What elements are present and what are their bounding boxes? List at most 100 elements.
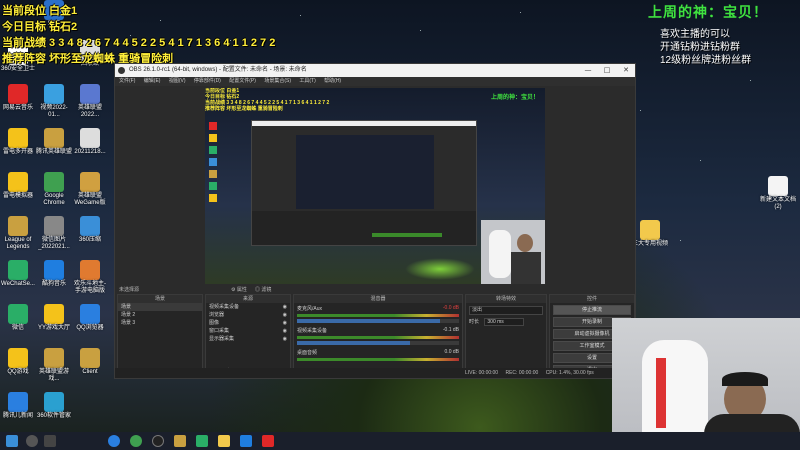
desktop-icon[interactable]: 微信图片_2022021... [36,216,72,251]
maximize-button[interactable]: □ [598,64,616,77]
webcam-overlay [612,318,800,450]
eye-icon[interactable]: ◉ [283,311,287,319]
desktop-icon[interactable]: 网易云音乐 [0,84,36,112]
obs-menubar: 文件(F) 编辑(E) 视图(V) 停靠部件(D) 配置文件(P) 场景集合(S… [115,77,635,86]
qq-icon[interactable] [240,435,252,447]
desktop-icon[interactable]: Google Chrome [36,172,72,207]
app-icon [44,84,64,104]
desktop-icon-label: Client [82,369,98,375]
desktop-icon[interactable]: 微信 [0,304,36,332]
source-item[interactable]: 浏览器 ◉ [206,311,290,319]
desktop-icon-label: 腾讯儿新闻 [2,413,33,419]
league-icon[interactable] [174,435,186,447]
desktop-icon[interactable]: Client [72,348,108,376]
eye-icon[interactable]: ◉ [283,319,287,327]
desktop-icon[interactable]: WeChatSe... [0,260,36,288]
stop-streaming-button[interactable]: 停止推流 [553,305,631,315]
eye-icon[interactable]: ◉ [283,327,287,335]
obs-taskbar-icon[interactable] [152,435,164,447]
obs-window[interactable]: OBS 26.1.0-rc1 (64-bit, windows) - 配置文件:… [114,63,636,379]
desktop-icon-text-document[interactable]: 新建文本文档(2) [760,176,796,211]
duration-input[interactable]: 300 ms [484,318,525,326]
app-icon [44,172,64,192]
music-icon[interactable] [262,435,274,447]
live-time: LIVE: 00:00:00 [465,370,499,376]
close-button[interactable]: ✕ [617,64,635,77]
desktop-icon-label: 360安全卫士 [0,66,35,72]
properties-button[interactable]: ⚙ 属性 [231,286,247,293]
transition-select[interactable]: 淡出 [469,306,543,315]
audio-mixer-dock: 混音器 麦克风/Aux -0.0 dB 视频采集设备 -0.1 dB 桌面音频 0.0… [293,294,463,378]
scenes-dock: 场景 场景 场景 2 场景 3 + − ∧ ∨ [117,294,203,378]
overlay-info-line: 12级粉丝牌进粉丝群 [660,55,752,66]
desktop-icon[interactable]: 雷电模拟器 [0,172,36,200]
desktop-icon[interactable]: 雷电多开器 [0,128,36,156]
desktop-icon-label: 酷狗音乐 [41,281,66,287]
preview-nested-obs [251,120,477,246]
app-icon [8,84,28,104]
source-item[interactable]: 显示器采集 ◉ [206,335,290,343]
sources-dock: 来源 视频采集设备◉ 浏览器◉ 图像◉ 窗口采集◉ 显示器采集◉ + − ⚙ ∧… [205,294,291,378]
source-item[interactable]: 视频采集设备 ◉ [206,303,290,311]
filter-icon: ◎ [255,287,261,293]
folder-icon [640,220,660,240]
source-item[interactable]: 图像 ◉ [206,319,290,327]
desktop-icon[interactable]: League of Legends [0,216,36,251]
minimize-button[interactable]: — [579,64,597,77]
source-item[interactable]: 窗口采集 ◉ [206,327,290,335]
scene-item[interactable]: 场景 2 [118,311,202,319]
scenes-header: 场景 [118,295,202,303]
menu-scene-collection[interactable]: 场景集合(S) [264,78,291,84]
desktop-icon[interactable]: 20211218... [72,128,108,156]
menu-file[interactable]: 文件(F) [119,78,135,84]
desktop-icon[interactable]: 欢乐斗地主-手游电脑版 [72,260,108,295]
menu-profile[interactable]: 配置文件(P) [229,78,256,84]
volume-slider[interactable] [297,319,459,323]
eye-icon[interactable]: ◉ [283,335,287,343]
desktop-icon[interactable]: 英雄联盟游戏... [36,348,72,383]
desktop-icon[interactable]: QQ浏览器 [72,304,108,332]
desktop-icon[interactable]: QQ游戏 [0,348,36,376]
task-view-icon[interactable] [44,435,56,447]
chrome-icon[interactable] [130,435,142,447]
desktop-icon-label: QQ浏览器 [76,325,104,331]
desktop-icon[interactable]: 360软件管家 [36,392,72,420]
app-icon [80,128,100,148]
volume-slider[interactable] [297,341,459,345]
desktop-icon[interactable]: 视频2022-01... [36,84,72,119]
filters-button[interactable]: ◎ 滤镜 [255,286,271,293]
preview-desktop-icons [207,118,247,268]
eye-icon[interactable]: ◉ [283,303,287,311]
menu-view[interactable]: 视图(V) [169,78,186,84]
desktop-icon[interactable]: YY游戏大厅 [36,304,72,332]
desktop-icon-label: 欢乐斗地主-手游电脑版 [74,281,106,294]
preview-weekly-top: 上周的神：宝贝！ [490,94,539,101]
desktop-icon[interactable]: 英雄联盟2022... [72,84,108,119]
gear-icon: ⚙ [231,287,236,293]
scene-item[interactable]: 场景 [118,303,202,311]
wechat-icon[interactable] [196,435,208,447]
overlay-rank: 当前段位 白金1 [2,5,78,17]
preview-webcam [481,220,545,284]
desktop-icon[interactable]: 英雄联盟WeGame版 [72,172,108,207]
desktop-icon[interactable]: 腾讯英雄联盟 [36,128,72,156]
mixer-channel: 麦克风/Aux -0.0 dB [294,303,462,325]
desktop-icon-video-folder[interactable]: 三大专用视频 [632,220,668,248]
desktop-icon[interactable]: 360压缩 [72,216,108,244]
rec-time: REC: 00:00:00 [505,370,539,376]
menu-docks[interactable]: 停靠部件(D) [194,78,221,84]
desktop-icon[interactable]: 酷狗音乐 [36,260,72,288]
desktop-icon-label: YY游戏大厅 [37,325,70,331]
desktop-icon-label: WeChatSe... [1,281,35,287]
menu-tools[interactable]: 工具(T) [299,78,315,84]
menu-edit[interactable]: 编辑(E) [144,78,161,84]
obs-preview-canvas[interactable]: 当前段位 白金1 今日目标 钻石2 当前战绩 3 3 4 8 2 6 7 4 4… [205,88,545,284]
edge-icon[interactable] [108,435,120,447]
scene-item[interactable]: 场景 3 [118,319,202,327]
desktop-icon[interactable]: 腾讯儿新闻 [0,392,36,420]
start-icon[interactable] [6,435,18,447]
folder-icon[interactable] [218,435,230,447]
search-icon[interactable] [26,435,38,447]
menu-help[interactable]: 帮助(H) [324,78,341,84]
obs-titlebar[interactable]: OBS 26.1.0-rc1 (64-bit, windows) - 配置文件:… [115,64,635,77]
